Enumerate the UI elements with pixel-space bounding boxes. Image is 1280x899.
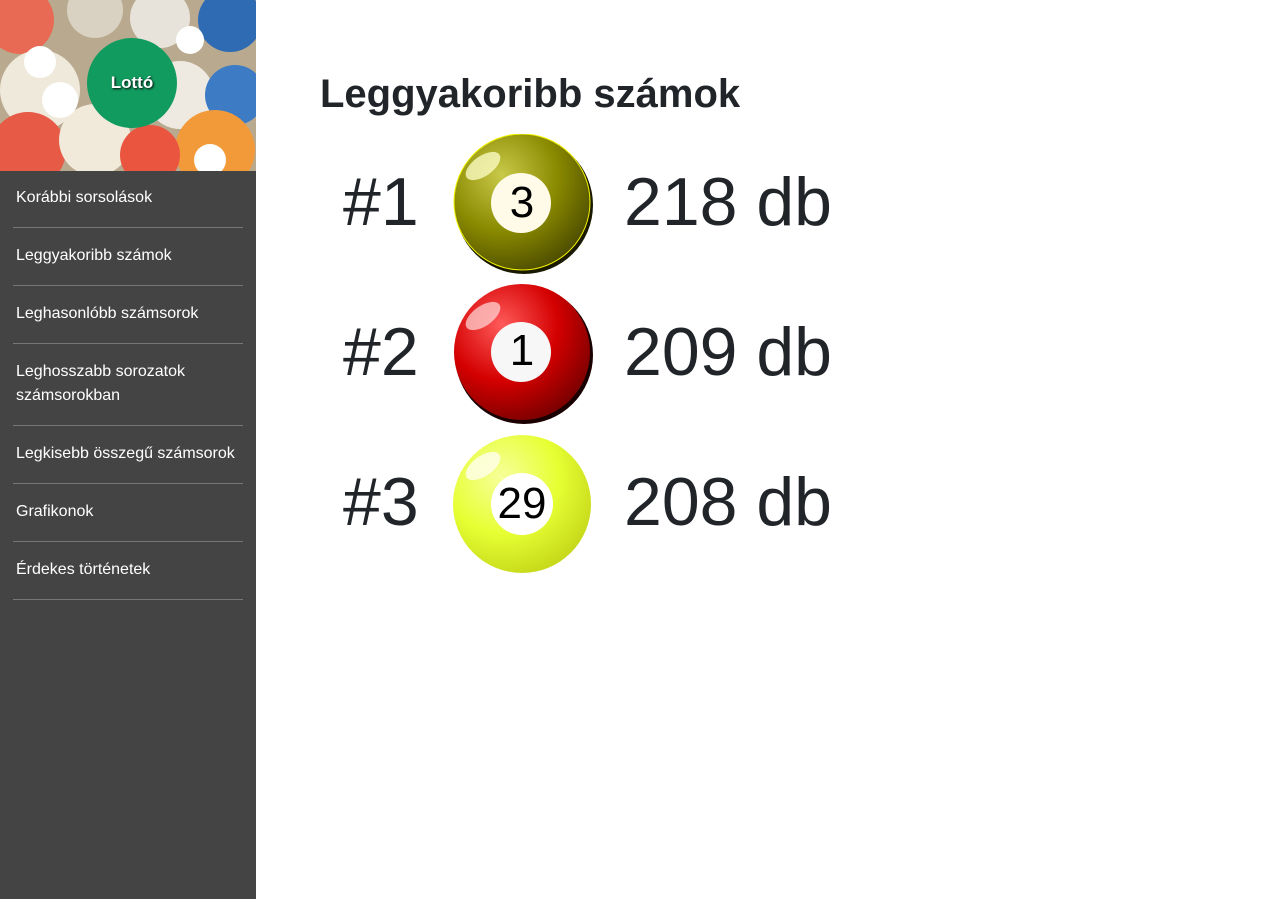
ball-number: 3 bbox=[509, 178, 535, 227]
sidebar-item-most-similar[interactable]: Leghasonlóbb számsorok bbox=[13, 286, 243, 344]
logo-button[interactable]: Lottó bbox=[87, 38, 177, 128]
sidebar-nav: Korábbi sorsolások Leggyakoribb számok L… bbox=[0, 171, 256, 600]
sidebar-item-smallest-sum[interactable]: Legkisebb összegű számsorok bbox=[13, 426, 243, 484]
rank-label: #2 bbox=[343, 314, 419, 390]
sidebar-item-previous-draws[interactable]: Korábbi sorsolások bbox=[13, 171, 243, 228]
sidebar-item-stories[interactable]: Érdekes történetek bbox=[13, 542, 243, 600]
count-label: 208 db bbox=[624, 464, 832, 540]
logo-label: Lottó bbox=[110, 73, 154, 92]
sidebar-item-most-frequent[interactable]: Leggyakoribb számok bbox=[13, 228, 243, 286]
page-title: Leggyakoribb számok bbox=[320, 72, 741, 116]
ranking-row: #1 3 218 db bbox=[320, 134, 920, 276]
rank-label: #1 bbox=[343, 164, 419, 240]
sidebar: Lottó Korábbi sorsolások Leggyakoribb sz… bbox=[0, 0, 256, 899]
sidebar-item-charts[interactable]: Grafikonok bbox=[13, 484, 243, 542]
lottery-ball: 3 bbox=[453, 134, 595, 276]
ball-number: 1 bbox=[509, 326, 535, 375]
rank-label: #3 bbox=[343, 464, 419, 540]
ranking-row: #2 1 209 db bbox=[320, 284, 920, 426]
lottery-balls-banner: Lottó bbox=[0, 0, 256, 171]
count-label: 209 db bbox=[624, 314, 832, 390]
lottery-ball: 29 bbox=[453, 434, 595, 576]
ranking-row: #3 29 208 db bbox=[320, 434, 920, 576]
sidebar-item-longest-sequences[interactable]: Leghosszabb sorozatok számsorokban bbox=[13, 344, 243, 426]
ball-number: 29 bbox=[497, 479, 547, 528]
lottery-ball: 1 bbox=[453, 284, 595, 426]
count-label: 218 db bbox=[624, 164, 832, 240]
